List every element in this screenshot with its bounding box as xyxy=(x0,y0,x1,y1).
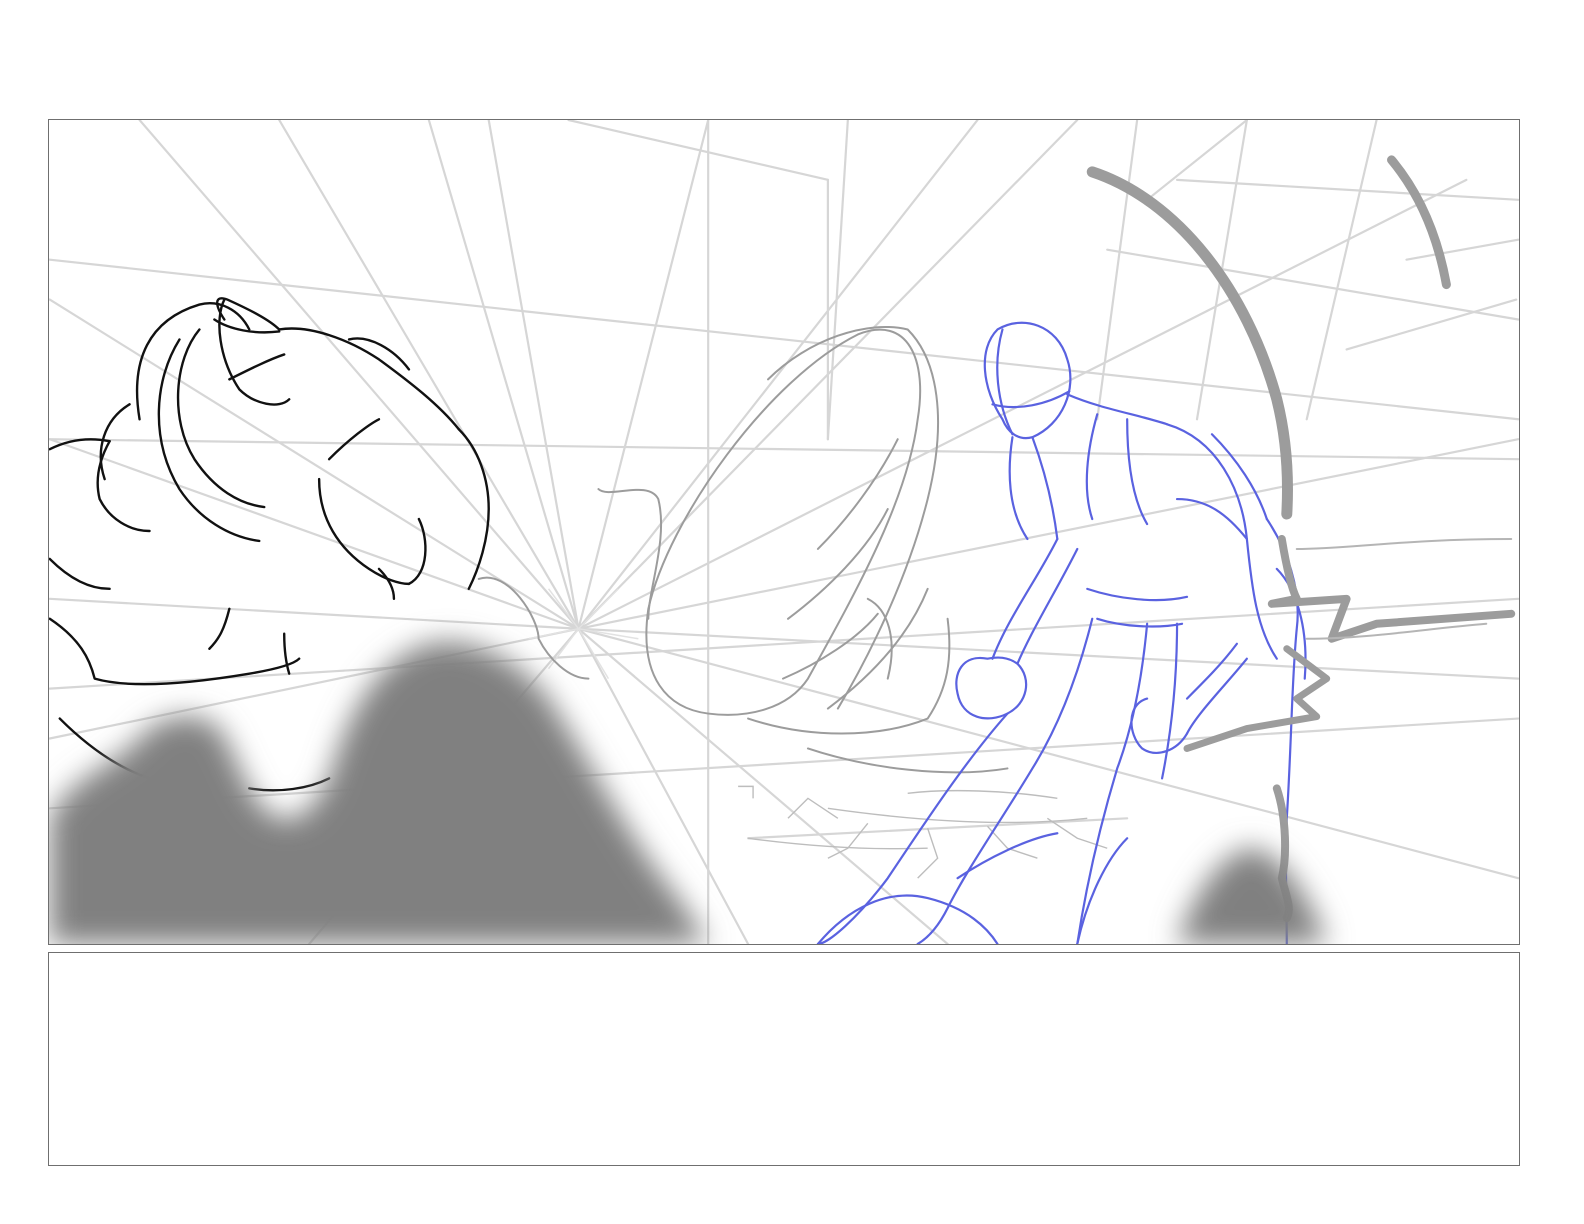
storyboard-frame-panel xyxy=(48,119,1520,945)
boulder-sketch xyxy=(477,325,1009,774)
storyboard-sketch xyxy=(49,120,1519,944)
foreground-smudges xyxy=(49,641,1327,944)
floor-cracks xyxy=(738,785,1108,879)
storyboard-notes-panel[interactable] xyxy=(48,952,1520,1166)
motion-lines xyxy=(1086,155,1516,923)
